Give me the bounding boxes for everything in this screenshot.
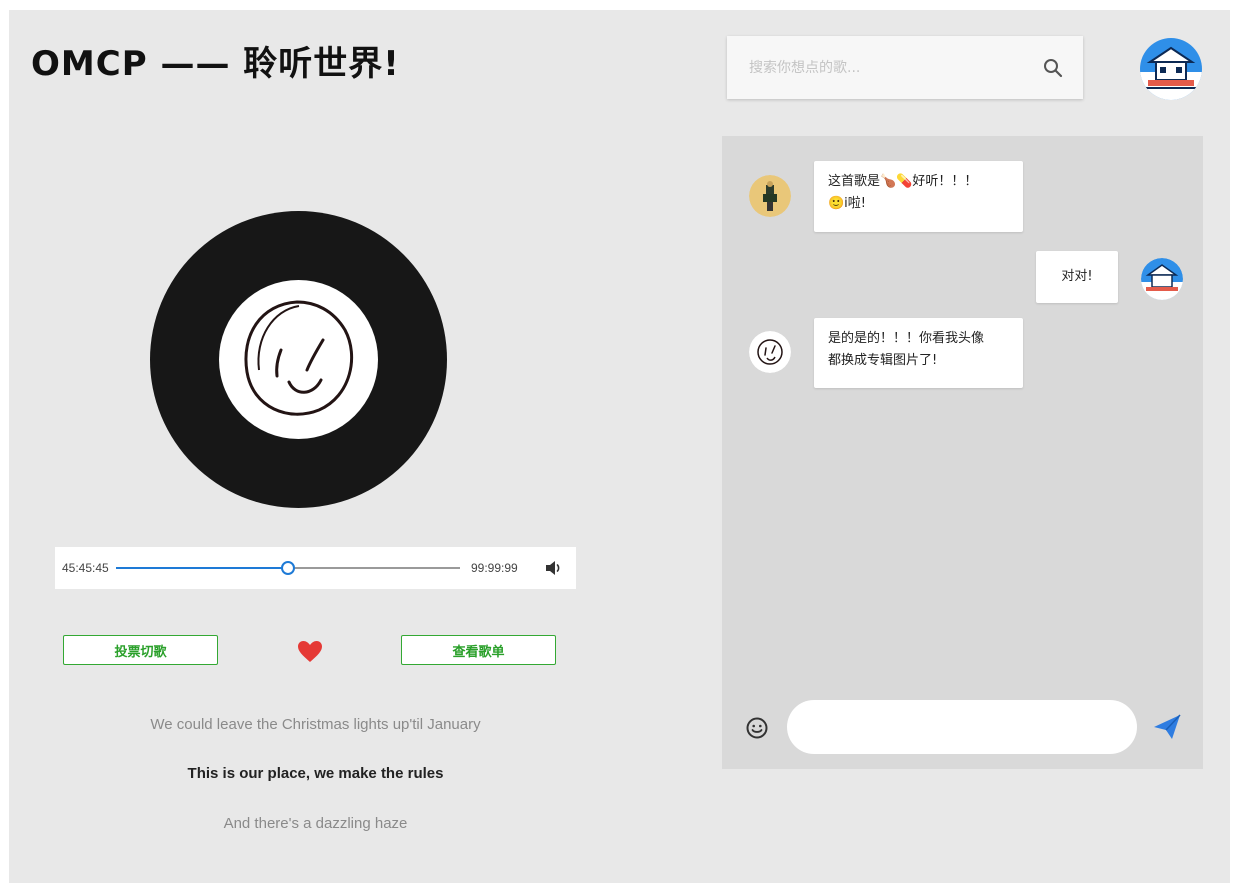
user-avatar[interactable] [1140,38,1202,100]
progress-slider[interactable] [116,567,460,569]
chat-message: 这首歌是🍗💊好听！！！ 🙂i啦! [814,161,1023,232]
chat-message-text: 这首歌是🍗💊好听！！！ [828,171,1009,193]
progress-thumb[interactable] [281,561,295,575]
search-input[interactable] [747,54,1031,82]
progress-fill [116,567,288,569]
chat-input[interactable] [787,700,1137,754]
total-time: 99:99:99 [471,561,518,575]
chat-message: 是的是的！！！你看我头像 都换成专辑图片了! [814,318,1023,388]
vote-skip-button[interactable]: 投票切歌 [63,635,218,665]
smile-icon[interactable] [745,716,769,740]
send-icon[interactable] [1152,713,1182,741]
lyric-next: And there's a dazzling haze [55,815,576,832]
album-record [150,211,447,508]
chat-message-text: 对对! [1061,269,1092,284]
current-time: 45:45:45 [62,561,109,575]
chat-avatar [749,175,791,217]
audio-player: 45:45:45 99:99:99 [55,547,576,589]
chat-message-text: 是的是的！！！你看我头像 [828,328,1009,350]
chat-message-self: 对对! [1036,251,1118,303]
volume-icon[interactable] [544,558,564,578]
lyric-current: This is our place, we make the rules [55,765,576,782]
page-title: OMCP —— 聆听世界! [31,36,400,85]
album-cover [219,280,378,439]
self-chat-avatar [1141,258,1183,300]
search-icon[interactable] [1041,56,1065,80]
smiley-doodle-icon [219,280,378,439]
chat-panel: 这首歌是🍗💊好听！！！ 🙂i啦! 对对! 是的是的！！！你看我头像 都换成专辑图… [722,136,1203,769]
chat-message-text: 🙂i啦! [828,193,1009,215]
lyric-previous: We could leave the Christmas lights up't… [55,716,576,733]
heart-icon[interactable] [297,640,323,664]
view-playlist-button[interactable]: 查看歌单 [401,635,556,665]
chat-message-text: 都换成专辑图片了! [828,350,1009,372]
chat-avatar [749,331,791,373]
app-frame: OMCP —— 聆听世界! 45:45:45 99:99:99 投票切歌 [9,10,1230,883]
song-search [727,36,1083,99]
